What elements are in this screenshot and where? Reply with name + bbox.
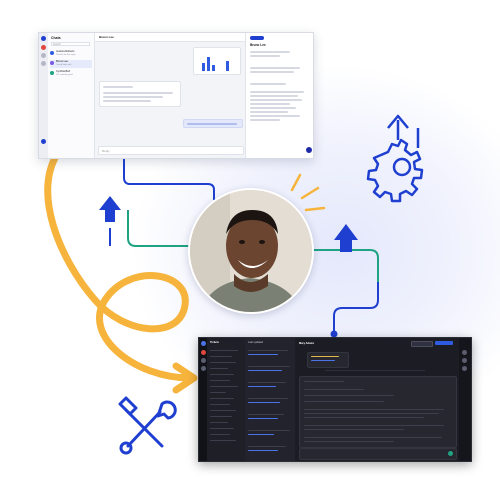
incoming-message [99, 81, 181, 107]
avatar [50, 61, 54, 65]
reports-icon[interactable] [41, 61, 46, 66]
folder-tree: Tickets [207, 338, 246, 461]
ticket-detail: Mary Adams [295, 338, 459, 461]
dark-app-screenshot: Tickets Last updated Mary Adams [198, 337, 472, 462]
app-logo-icon [201, 341, 206, 346]
gear-with-up-arrow-icon [366, 114, 424, 203]
side-contact-name: Bruno Lee [250, 43, 266, 47]
chat-launcher-icon[interactable] [306, 147, 312, 153]
sparkle-rays-icon [290, 173, 326, 212]
conversation-preview: Thanks for the reply [56, 53, 76, 56]
list-header: Last updated [248, 341, 263, 344]
chat-header: Bruno Lee [95, 33, 245, 42]
conversation-preview: I need help with [56, 63, 72, 66]
wrench-and-screwdriver-icon [118, 396, 177, 455]
tree-title: Tickets [210, 341, 219, 344]
message-sender: Mary Adams [299, 342, 315, 345]
quoted-message [307, 352, 349, 368]
light-app-screenshot: Chats Search Jessica Roberts Thanks for … [38, 32, 314, 159]
list-item[interactable]: Jessica Roberts Thanks for the reply [50, 50, 92, 58]
right-green-line [306, 249, 379, 282]
chart-message [193, 47, 241, 75]
chat-panel: Bruno Lee Reply [95, 33, 245, 158]
contact-side-panel: Bruno Lee [245, 33, 313, 158]
contacts-icon[interactable] [201, 358, 206, 363]
conversation-preview: Ok, sounds good [56, 73, 73, 76]
inbox-icon[interactable] [201, 350, 206, 355]
left-up-arrow-icon [99, 196, 121, 222]
history-icon[interactable] [462, 358, 467, 363]
portrait-illustration [190, 190, 312, 312]
smiling-man-avatar [188, 188, 314, 314]
reply-editor[interactable] [299, 448, 457, 460]
list-title: Chats [51, 36, 61, 40]
chat-contact-name: Bruno Lee [99, 35, 114, 39]
top-connector-line [123, 157, 215, 200]
ticket-list: Last updated [245, 338, 296, 461]
info-icon[interactable] [462, 350, 467, 355]
conversation-list: Chats Search Jessica Roberts Thanks for … [48, 33, 95, 158]
reports-icon[interactable] [201, 366, 206, 371]
secondary-button[interactable] [411, 341, 433, 347]
status-badge [250, 36, 264, 40]
avatar [50, 51, 54, 55]
message-body [299, 376, 457, 448]
help-icon[interactable] [41, 139, 46, 144]
list-item[interactable]: Cynthia Bell Ok, sounds good [50, 70, 92, 78]
right-blue-line [333, 282, 379, 333]
contacts-icon[interactable] [41, 53, 46, 58]
apps-icon[interactable] [462, 366, 467, 371]
dark-right-rail [459, 338, 471, 461]
send-icon[interactable] [448, 451, 453, 456]
primary-button[interactable] [435, 341, 453, 345]
dark-nav-rail [199, 338, 207, 461]
left-green-line [127, 210, 194, 247]
outgoing-message [183, 119, 243, 128]
inbox-icon[interactable] [41, 45, 46, 50]
right-up-arrow-icon [334, 224, 358, 252]
search-input[interactable]: Search [51, 42, 90, 46]
reply-input[interactable]: Reply [98, 146, 244, 155]
app-logo-icon [41, 36, 46, 41]
list-item[interactable]: Bruno Lee I need help with [50, 60, 92, 68]
avatar [50, 71, 54, 75]
